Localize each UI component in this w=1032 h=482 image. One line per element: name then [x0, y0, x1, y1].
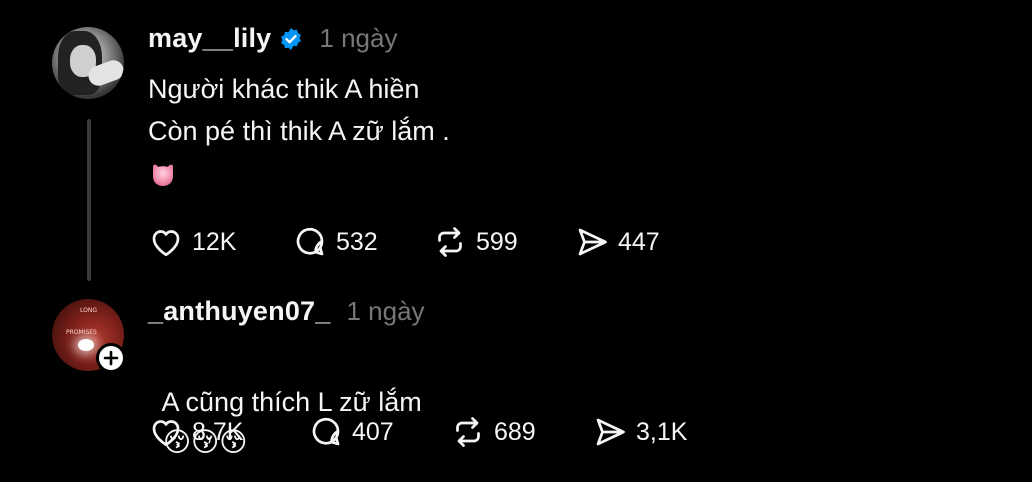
heart-icon	[152, 420, 180, 447]
like-button[interactable]: 12K	[148, 224, 292, 260]
thread-line	[87, 119, 91, 281]
comment-icon	[312, 417, 340, 446]
send-icon	[596, 418, 625, 446]
repost-count: 689	[494, 417, 536, 446]
verified-badge-icon	[281, 27, 302, 50]
send-icon	[578, 228, 607, 256]
follow-plus-button[interactable]	[96, 343, 126, 373]
post-header: _anthuyen07_ 1 ngày	[148, 296, 425, 327]
comment-button[interactable]: 407	[308, 414, 450, 450]
comment-count: 407	[352, 417, 394, 446]
like-count: 8,7K	[192, 417, 244, 446]
repost-count: 599	[476, 227, 518, 256]
post-time: 1 ngày	[346, 296, 425, 326]
post-text-content: A cũng thích L zữ lắm	[161, 387, 422, 417]
post-text-line-2: Còn pé thì thik A zữ lắm .	[148, 116, 450, 146]
like-count: 12K	[192, 227, 237, 256]
comment-button[interactable]: 532	[292, 224, 432, 260]
post-actions: 12K 532 599 447	[148, 224, 660, 260]
repost-icon	[456, 417, 480, 447]
share-count: 447	[618, 227, 660, 256]
repost-icon	[438, 227, 462, 257]
avatar[interactable]	[52, 27, 124, 99]
post-time: 1 ngày	[319, 23, 398, 53]
post-header: may__lily 1 ngày	[148, 23, 397, 54]
username[interactable]: may__lily	[148, 23, 271, 54]
post-actions: 8,7K 407 689 3,1K	[148, 414, 687, 450]
heart-face-emoji-icon	[153, 164, 173, 186]
share-count: 3,1K	[636, 417, 688, 446]
repost-button[interactable]: 599	[432, 224, 574, 260]
avatar-light	[78, 339, 94, 351]
heart-icon	[152, 230, 180, 257]
share-button[interactable]: 447	[574, 224, 660, 260]
plus-icon	[103, 350, 119, 366]
comment-count: 532	[336, 227, 378, 256]
username[interactable]: _anthuyen07_	[148, 296, 330, 327]
comment-icon	[296, 227, 324, 256]
repost-button[interactable]: 689	[450, 414, 592, 450]
post-text-line-1: Người khác thik A hiền	[148, 74, 420, 104]
share-button[interactable]: 3,1K	[592, 414, 687, 450]
like-button[interactable]: 8,7K	[148, 414, 308, 450]
